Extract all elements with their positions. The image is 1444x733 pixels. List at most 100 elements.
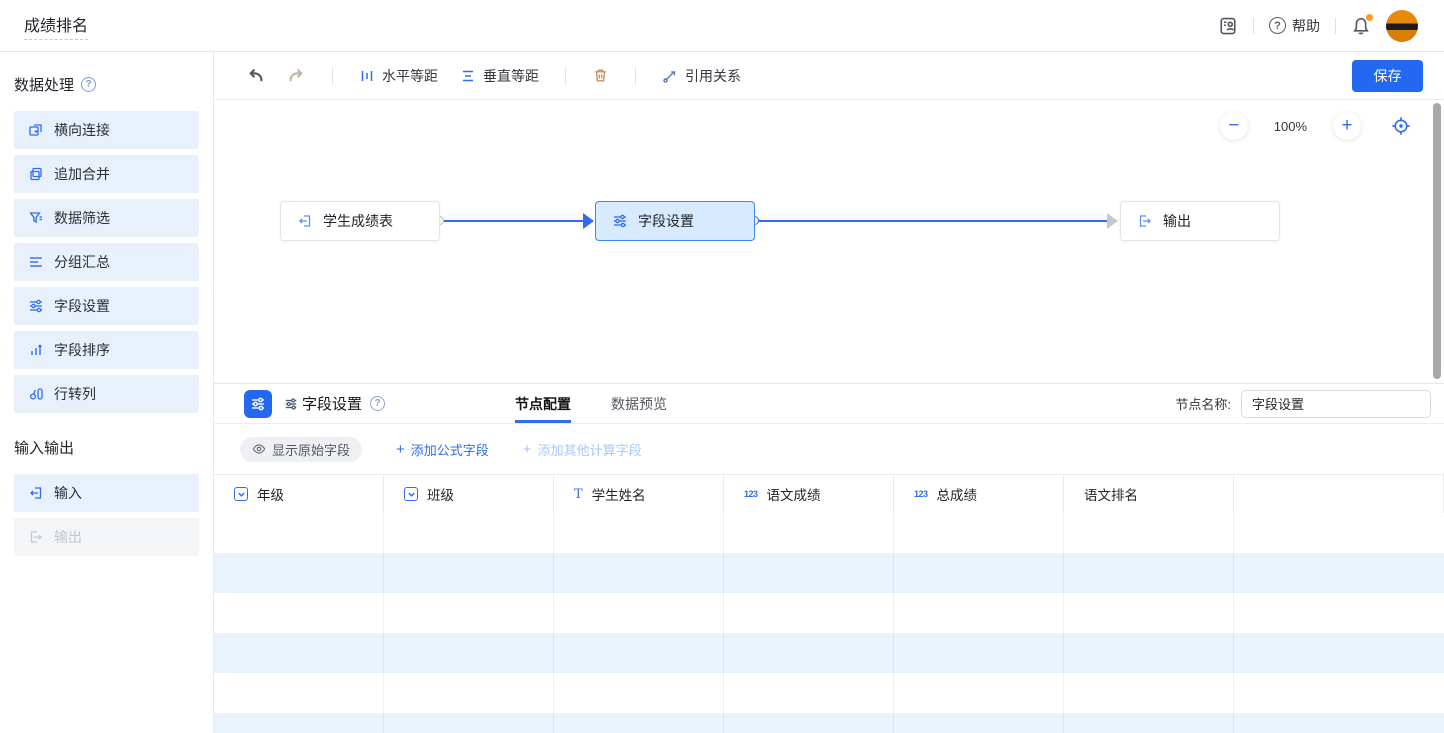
table-cell: [724, 633, 894, 673]
text-type-icon: T: [574, 488, 583, 501]
panel-title-group: 字段设置: [284, 393, 362, 414]
section-title: 输入输出: [14, 437, 74, 458]
main-area: 水平等距 垂直等距: [214, 52, 1444, 733]
tab-data-preview[interactable]: 数据预览: [611, 384, 667, 423]
flow-canvas[interactable]: − 100% +: [214, 100, 1444, 383]
sidebar-item-label: 输出: [54, 527, 82, 547]
undo-button[interactable]: [242, 62, 269, 89]
sidebar-item-append-union[interactable]: 追加合并: [14, 155, 199, 193]
table-cell: [1064, 713, 1234, 733]
avatar[interactable]: [1386, 10, 1418, 42]
delete-button[interactable]: [588, 63, 613, 88]
node-name-input[interactable]: [1241, 390, 1431, 418]
vertical-scrollbar[interactable]: [1433, 103, 1441, 379]
table-cell: [384, 513, 554, 553]
sidebar-item-label: 字段设置: [54, 296, 110, 316]
divider: [635, 67, 636, 85]
table-cell: [1064, 633, 1234, 673]
output-icon: [28, 529, 44, 545]
column-header-class[interactable]: 班级: [384, 475, 554, 513]
input-table-icon: [297, 213, 313, 229]
sort-bars-icon: [28, 342, 44, 358]
user-guide-icon[interactable]: [1218, 16, 1238, 36]
table-cell: [384, 713, 554, 733]
column-header-student-name[interactable]: T 学生姓名: [554, 475, 724, 513]
table-cell: [214, 593, 384, 633]
sidebar-item-field-settings[interactable]: 字段设置: [14, 287, 199, 325]
column-header-total-score[interactable]: 123 总成绩: [894, 475, 1064, 513]
table-cell: [1064, 673, 1234, 713]
table-cell: [1064, 593, 1234, 633]
sidebar-item-input[interactable]: 输入: [14, 474, 199, 512]
vertical-distribute-icon: [460, 68, 476, 84]
sliders-icon: [612, 213, 628, 229]
column-header-chinese-rank[interactable]: 语文排名: [1064, 475, 1234, 513]
sidebar-item-label: 字段排序: [54, 340, 110, 360]
zoom-out-button[interactable]: −: [1220, 112, 1248, 140]
input-icon: [28, 485, 44, 501]
locate-center-icon[interactable]: [1387, 112, 1415, 140]
vertical-distribute-button[interactable]: 垂直等距: [456, 62, 543, 90]
table-cell: [214, 673, 384, 713]
zoom-in-button[interactable]: +: [1333, 112, 1361, 140]
table-cell: [724, 673, 894, 713]
sidebar-item-data-filter[interactable]: 数据筛选: [14, 199, 199, 237]
add-formula-field-button[interactable]: + 添加公式字段: [396, 440, 489, 459]
reference-relation-button[interactable]: 引用关系: [658, 62, 745, 90]
column-header-grade[interactable]: 年级: [214, 475, 384, 513]
table-row: [214, 593, 1444, 633]
horizontal-distribute-button[interactable]: 水平等距: [355, 62, 442, 90]
add-formula-field-label: 添加公式字段: [411, 440, 489, 459]
number-type-icon: 123: [744, 489, 758, 499]
table-cell: [894, 593, 1064, 633]
sidebar-item-row-to-column[interactable]: 行转列: [14, 375, 199, 413]
column-header-label: 年级: [257, 484, 284, 504]
table-cell: [1064, 513, 1234, 553]
page-title[interactable]: 成绩排名: [24, 12, 88, 40]
table-cell: [724, 593, 894, 633]
tab-node-config[interactable]: 节点配置: [515, 384, 571, 423]
table-cell: [384, 633, 554, 673]
zoom-controls: − 100% +: [1220, 112, 1415, 140]
table-cell: [1234, 633, 1444, 673]
table-cell: [894, 513, 1064, 553]
section-help-icon[interactable]: ?: [81, 77, 96, 92]
column-header-label: 班级: [427, 484, 454, 504]
horizontal-distribute-label: 水平等距: [382, 66, 438, 86]
number-type-icon: 123: [914, 489, 928, 499]
table-cell: [1234, 593, 1444, 633]
table-cell: [554, 513, 724, 553]
table-cell: [214, 633, 384, 673]
sidebar-item-horizontal-join[interactable]: 横向连接: [14, 111, 199, 149]
redo-button[interactable]: [283, 62, 310, 89]
table-cell: [1234, 673, 1444, 713]
sidebar-item-field-sort[interactable]: 字段排序: [14, 331, 199, 369]
join-icon: [28, 122, 44, 138]
table-cell: [554, 673, 724, 713]
divider: [1253, 18, 1254, 34]
table-cell: [894, 553, 1064, 593]
notification-bell-icon[interactable]: [1351, 16, 1371, 36]
node-name-label: 节点名称:: [1175, 394, 1231, 413]
flow-node-output[interactable]: 输出: [1120, 201, 1280, 241]
help-button[interactable]: ? 帮助: [1269, 16, 1320, 36]
table-cell: [724, 553, 894, 593]
table-row: [214, 553, 1444, 593]
flow-node-input-table[interactable]: 学生成绩表: [280, 201, 440, 241]
vertical-distribute-label: 垂直等距: [483, 66, 539, 86]
show-original-fields-button[interactable]: 显示原始字段: [240, 437, 362, 462]
sidebar-item-group-summary[interactable]: 分组汇总: [14, 243, 199, 281]
panel-header: 字段设置 ? 节点配置 数据预览 节点名称:: [214, 384, 1444, 424]
reference-relation-icon: [662, 68, 678, 84]
column-header-label: 语文排名: [1084, 484, 1138, 504]
panel-tabs: 节点配置 数据预览: [515, 384, 667, 423]
dimension-icon: [234, 487, 248, 501]
panel-help-icon[interactable]: ?: [370, 396, 385, 411]
column-header-label: 语文成绩: [767, 484, 821, 504]
column-header-chinese-score[interactable]: 123 语文成绩: [724, 475, 894, 513]
flow-node-label: 字段设置: [638, 211, 694, 231]
table-cell: [384, 553, 554, 593]
save-button[interactable]: 保存: [1352, 60, 1423, 92]
table-cell: [554, 553, 724, 593]
flow-node-field-settings[interactable]: 字段设置: [595, 201, 755, 241]
